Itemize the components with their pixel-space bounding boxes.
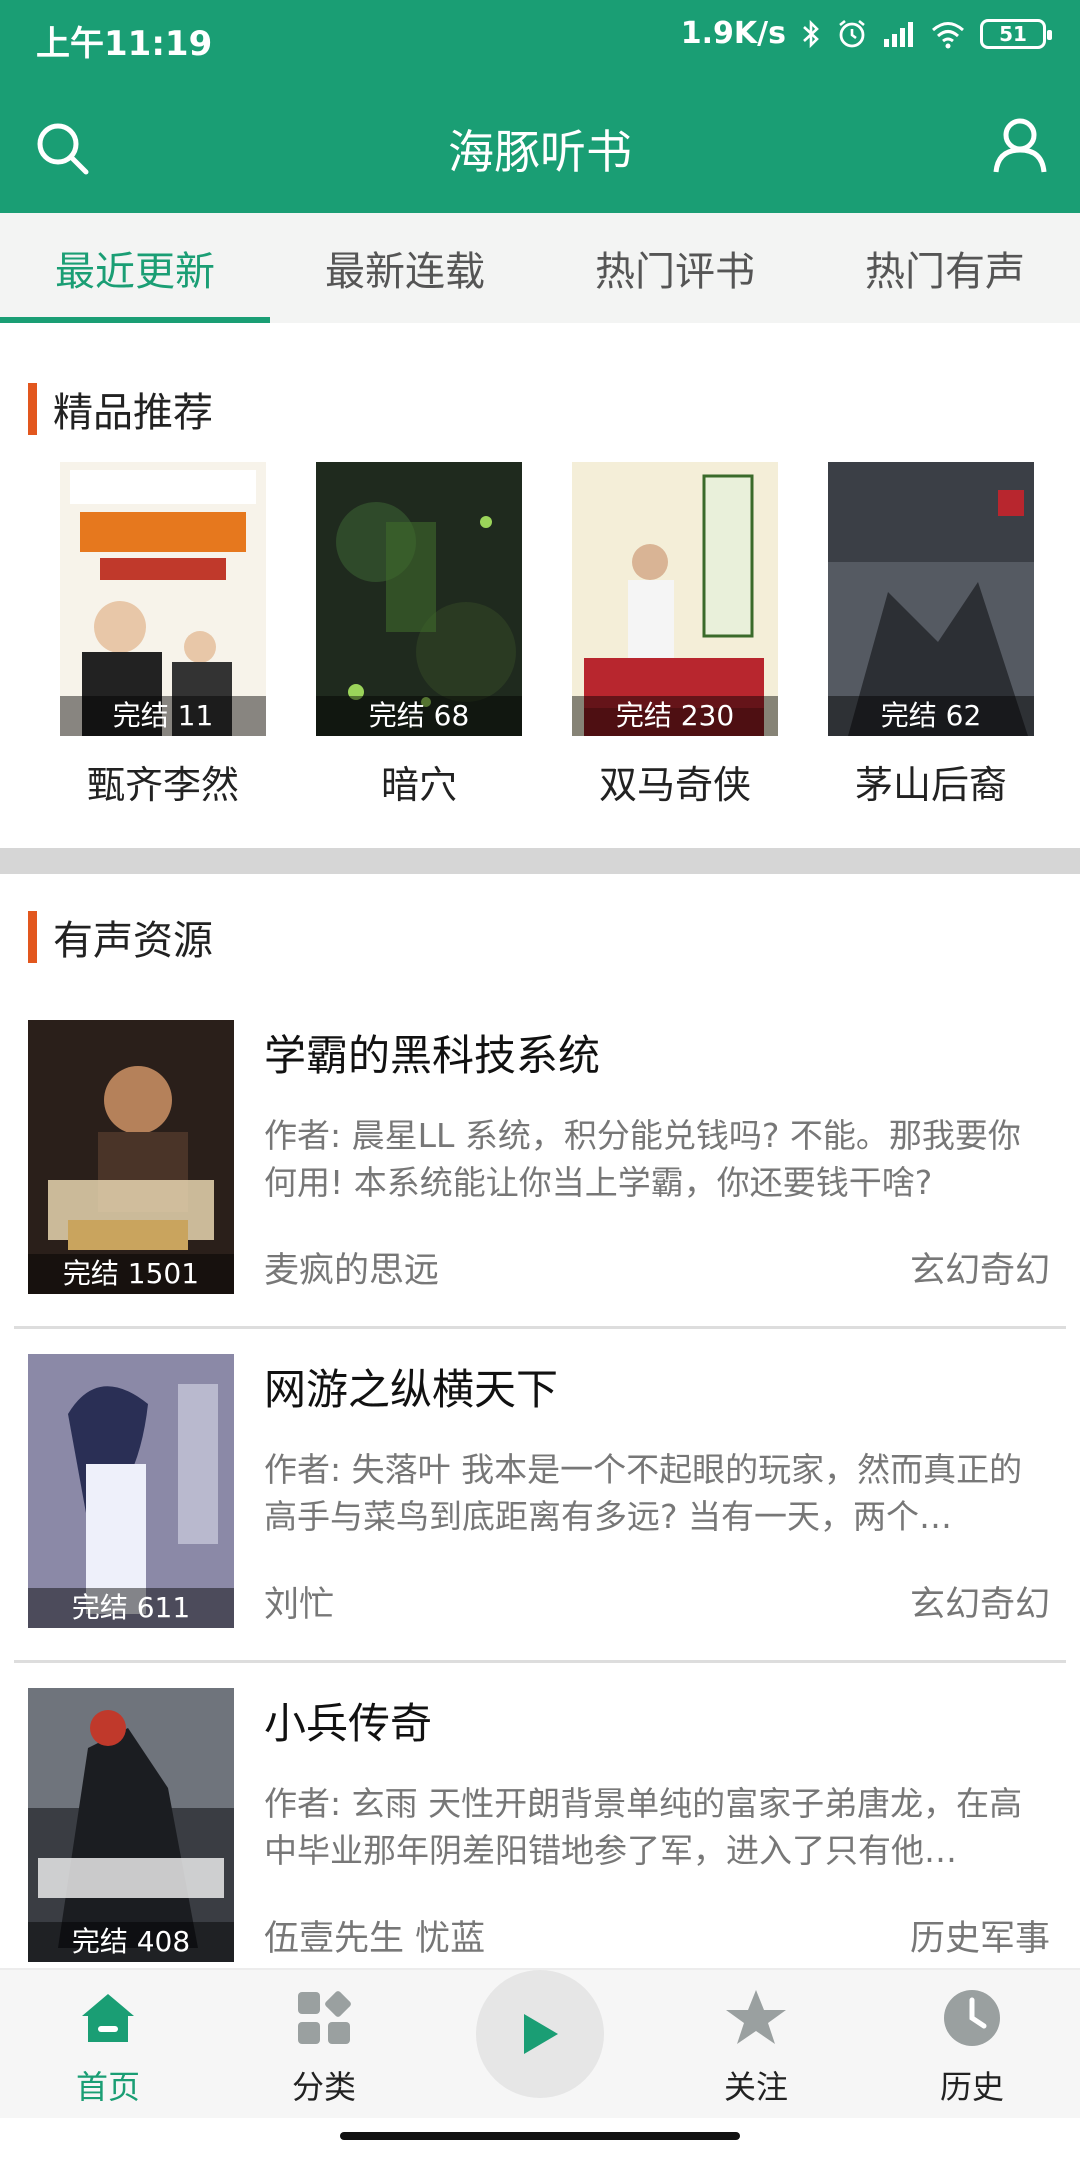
cover-art — [28, 1688, 234, 1962]
home-icon — [82, 1994, 134, 2042]
book-description: 作者: 晨星LL 系统，积分能兑钱吗? 不能。那我要你何用! 本系统能让你当上学… — [264, 1116, 1021, 1202]
featured-section-title: 精品推荐 — [53, 390, 213, 436]
bottom-navigation: 首页 分类 关注 历史 — [0, 1968, 1080, 2118]
featured-book[interactable]: 完结 11 甄齐李然 — [60, 462, 266, 809]
nav-history-label: 历史 — [939, 2068, 1004, 2106]
featured-book[interactable]: 完结 62 茅山后裔 — [828, 462, 1034, 809]
book-cover[interactable]: 完结 62 — [828, 462, 1034, 736]
status-badge: 完结 68 — [316, 696, 522, 736]
status-time: 上午11:19 — [36, 24, 213, 64]
section-accent-bar — [28, 911, 37, 963]
category-tabs: 最近更新 最新连载 热门评书 热门有声 — [0, 213, 1080, 323]
book-title: 小兵传奇 — [264, 1699, 433, 1748]
status-badge: 完结 62 — [828, 696, 1034, 736]
featured-book[interactable]: 完结 230 双马奇侠 — [572, 462, 778, 809]
star-icon — [726, 1990, 786, 2044]
app-header: 上午11:19 1.9K/s 51 海豚听书 — [0, 0, 1080, 213]
list-item[interactable]: 完结 1501 学霸的黑科技系统 作者: 晨星LL 系统，积分能兑钱吗? 不能。… — [0, 1020, 1080, 1352]
status-badge: 完结 408 — [28, 1922, 234, 1962]
nav-home[interactable]: 首页 — [28, 1986, 188, 2108]
audio-section-title: 有声资源 — [53, 918, 213, 964]
battery-icon: 51 — [980, 18, 1052, 49]
user-icon[interactable] — [990, 116, 1050, 176]
narrator: 刘忙 — [264, 1585, 335, 1625]
signal-icon — [884, 21, 913, 47]
narrator: 伍壹先生 忧蓝 — [264, 1919, 486, 1959]
status-bar: 上午11:19 1.9K/s 51 — [0, 0, 1080, 78]
book-cover[interactable]: 完结 68 — [316, 462, 522, 736]
featured-section-header: 精品推荐 — [28, 380, 213, 438]
app-title: 海豚听书 — [448, 125, 632, 179]
status-badge: 完结 11 — [60, 696, 266, 736]
nav-home-label: 首页 — [75, 2068, 140, 2106]
genre: 玄幻奇幻 — [909, 1585, 1050, 1625]
status-badge: 完结 1501 — [28, 1254, 234, 1294]
book-name: 甄齐李然 — [86, 763, 239, 807]
category-icon — [298, 1991, 351, 2044]
wifi-icon — [932, 21, 964, 48]
audio-section-header: 有声资源 — [28, 908, 213, 966]
gesture-home-bar[interactable] — [340, 2132, 740, 2140]
book-title: 网游之纵横天下 — [264, 1365, 559, 1414]
featured-book[interactable]: 完结 68 暗穴 — [316, 462, 522, 809]
genre: 玄幻奇幻 — [909, 1251, 1050, 1291]
play-button[interactable] — [476, 1970, 604, 2098]
book-description: 作者: 失落叶 我本是一个不起眼的玩家，然而真正的高手与菜鸟到底距离有多远? 当… — [264, 1450, 1023, 1536]
cover-art — [28, 1354, 234, 1628]
book-cover[interactable]: 完结 1501 — [28, 1020, 234, 1294]
nav-follow[interactable]: 关注 — [676, 1986, 836, 2108]
cover-art — [828, 462, 1034, 736]
featured-row: 完结 11 甄齐李然 完结 68 暗穴 完结 230 双马奇侠 完结 62 茅山… — [0, 462, 1080, 822]
nav-category[interactable]: 分类 — [244, 1986, 404, 2108]
row-divider — [14, 1660, 1066, 1663]
book-title: 学霸的黑科技系统 — [264, 1031, 601, 1080]
clock-icon — [944, 1990, 1000, 2046]
narrator: 麦疯的思远 — [264, 1251, 440, 1291]
cover-art — [316, 462, 522, 736]
nav-history[interactable]: 历史 — [892, 1986, 1052, 2108]
status-badge: 完结 611 — [28, 1588, 234, 1628]
network-speed: 1.9K/s — [680, 16, 786, 51]
book-name: 暗穴 — [380, 763, 457, 807]
battery-level: 51 — [999, 21, 1027, 46]
cover-art — [572, 462, 778, 736]
cover-art — [28, 1020, 234, 1294]
tab-new-serials[interactable]: 最新连载 — [270, 213, 540, 323]
book-cover[interactable]: 完结 11 — [60, 462, 266, 736]
genre: 历史军事 — [909, 1919, 1050, 1959]
book-cover[interactable]: 完结 230 — [572, 462, 778, 736]
play-icon — [524, 2014, 558, 2054]
status-icons: 1.9K/s 51 — [680, 16, 1052, 51]
book-name: 双马奇侠 — [598, 763, 751, 807]
row-divider — [14, 1326, 1066, 1329]
list-item[interactable]: 完结 611 网游之纵横天下 作者: 失落叶 我本是一个不起眼的玩家，然而真正的… — [0, 1354, 1080, 1686]
section-divider — [0, 848, 1080, 874]
book-cover[interactable]: 完结 611 — [28, 1354, 234, 1628]
section-accent-bar — [28, 383, 37, 435]
nav-follow-label: 关注 — [723, 2068, 788, 2106]
cover-art — [60, 462, 266, 736]
book-cover[interactable]: 完结 408 — [28, 1688, 234, 1962]
bluetooth-icon — [803, 19, 819, 48]
nav-category-label: 分类 — [291, 2068, 356, 2106]
tab-recent-updates[interactable]: 最近更新 — [0, 213, 270, 323]
status-badge: 完结 230 — [572, 696, 778, 736]
tab-popular-audio[interactable]: 热门有声 — [810, 213, 1080, 323]
book-name: 茅山后裔 — [854, 763, 1007, 807]
alarm-icon — [839, 19, 865, 47]
book-description: 作者: 玄雨 天性开朗背景单纯的富家子弟唐龙，在高中毕业那年阴差阳错地参了军，进… — [264, 1784, 1023, 1870]
tab-popular-pingshu[interactable]: 热门评书 — [540, 213, 810, 323]
